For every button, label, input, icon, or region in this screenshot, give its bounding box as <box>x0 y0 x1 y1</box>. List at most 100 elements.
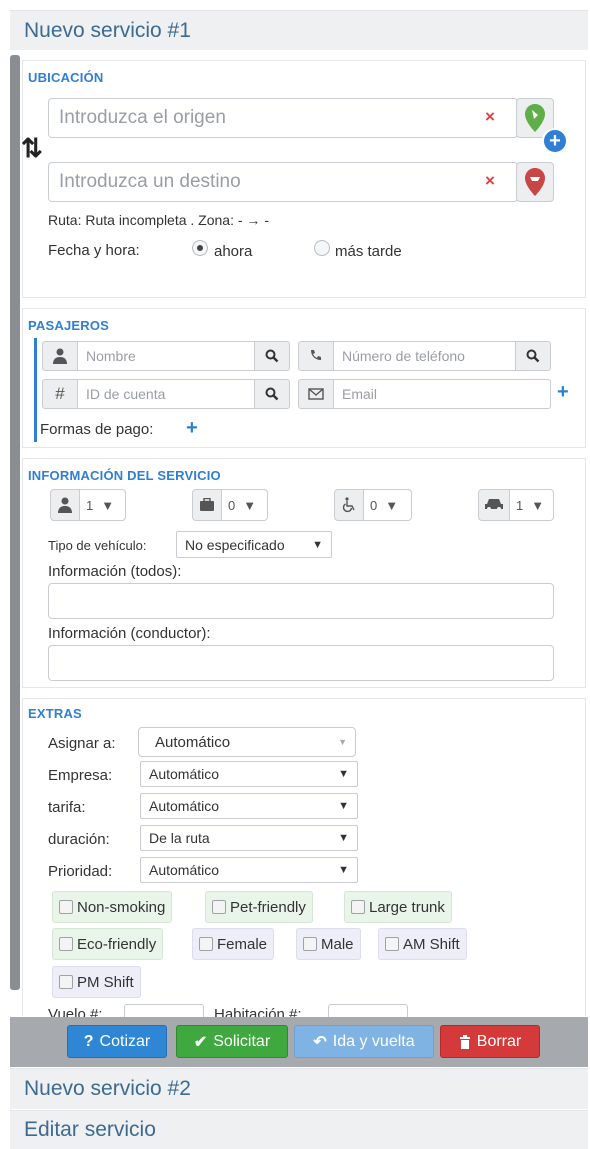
passenger-count-select[interactable]: 1 ▼ <box>80 489 126 521</box>
luggage-icon <box>192 489 222 521</box>
chip-pet-friendly[interactable]: Pet-friendly <box>205 891 313 923</box>
account-search-button[interactable] <box>254 379 290 409</box>
wheelchair-count-select[interactable]: 0 ▼ <box>364 489 412 521</box>
flight-input[interactable] <box>124 1004 204 1017</box>
vehicle-type-label: Tipo de vehículo: <box>48 538 147 553</box>
passengers-section-title: PASAJEROS <box>28 318 110 333</box>
chip-am-shift[interactable]: AM Shift <box>378 928 467 960</box>
clear-origin-icon[interactable]: × <box>485 107 495 127</box>
roundtrip-button[interactable]: ↶ Ida y vuelta <box>294 1025 434 1058</box>
info-all-textarea[interactable] <box>48 583 554 619</box>
question-icon: ? <box>83 1032 94 1050</box>
origin-pin-icon <box>525 104 545 132</box>
phone-icon <box>298 341 334 371</box>
clear-destination-icon[interactable]: × <box>485 171 495 191</box>
scrollbar[interactable] <box>10 55 20 990</box>
accordion-title: Editar servicio <box>24 1118 156 1141</box>
chevron-down-icon: ▼ <box>338 737 347 747</box>
accordion-header-edit-service[interactable]: Editar servicio <box>10 1110 588 1149</box>
accordion-title: Nuevo servicio #2 <box>24 1077 191 1100</box>
email-placeholder: Email <box>342 386 378 402</box>
origin-input[interactable]: Introduzca el origen <box>48 98 518 138</box>
destination-input[interactable]: Introduzca un destino <box>48 162 518 202</box>
checkbox[interactable] <box>212 900 226 914</box>
location-section-title: UBICACIÓN <box>28 70 104 85</box>
chevron-down-icon: ▼ <box>338 768 349 780</box>
destination-pin-icon <box>525 168 545 196</box>
service-info-section-title: INFORMACIÓN DEL SERVICIO <box>28 468 221 483</box>
check-icon: ✔ <box>193 1033 208 1051</box>
name-search-button[interactable] <box>254 341 290 371</box>
company-label: Empresa: <box>48 767 113 784</box>
phone-input[interactable]: Número de teléfono <box>333 341 516 371</box>
swap-icon[interactable]: ⇅ <box>21 133 43 164</box>
phone-placeholder: Número de teléfono <box>342 348 465 364</box>
phone-search-button[interactable] <box>515 341 551 371</box>
destination-pin-button[interactable] <box>516 162 554 202</box>
add-payment-icon[interactable]: + <box>186 417 198 440</box>
checkbox[interactable] <box>59 900 73 914</box>
chip-non-smoking[interactable]: Non-smoking <box>52 891 173 923</box>
vehicle-count-select[interactable]: 1 ▼ <box>510 489 554 521</box>
duration-label: duración: <box>48 831 110 848</box>
chip-eco-friendly[interactable]: Eco-friendly <box>52 928 164 960</box>
origin-placeholder: Introduzca el origen <box>59 107 226 128</box>
add-stop-button[interactable]: + <box>542 128 568 154</box>
checkbox[interactable] <box>303 937 317 951</box>
add-passenger-icon[interactable]: + <box>557 381 569 404</box>
info-driver-label: Información (conductor): <box>48 625 211 642</box>
account-id-input[interactable]: ID de cuenta <box>77 379 255 409</box>
room-input[interactable] <box>328 1004 408 1017</box>
tariff-label: tarifa: <box>48 799 86 816</box>
accordion-header-service-1[interactable]: Nuevo servicio #1 <box>10 10 588 50</box>
company-select[interactable]: Automático ▼ <box>140 761 358 787</box>
chip-male[interactable]: Male <box>296 928 361 960</box>
checkbox[interactable] <box>59 937 73 951</box>
wheelchair-icon <box>334 489 364 521</box>
passenger-block-marker <box>34 338 37 442</box>
delete-button[interactable]: Borrar <box>440 1025 540 1058</box>
accordion-header-service-2[interactable]: Nuevo servicio #2 <box>10 1068 588 1109</box>
chip-female[interactable]: Female <box>192 928 275 960</box>
account-id-placeholder: ID de cuenta <box>86 386 166 402</box>
quote-button[interactable]: ? Cotizar <box>67 1025 167 1058</box>
chevron-down-icon: ▼ <box>338 832 349 844</box>
request-button[interactable]: ✔ Solicitar <box>176 1025 288 1058</box>
search-icon <box>265 349 279 363</box>
assign-label: Asignar a: <box>48 735 116 752</box>
tariff-select[interactable]: Automático ▼ <box>140 793 358 819</box>
chip-large-trunk[interactable]: Large trunk <box>344 891 452 923</box>
route-info: Ruta: Ruta incompleta . Zona: - → - <box>48 212 269 228</box>
datetime-label: Fecha y hora: <box>48 242 140 259</box>
priority-select[interactable]: Automático ▼ <box>140 857 358 883</box>
radio-now[interactable] <box>192 240 208 256</box>
radio-now-label[interactable]: ahora <box>214 243 252 260</box>
reply-icon: ↶ <box>313 1033 327 1051</box>
checkbox[interactable] <box>351 900 365 914</box>
name-input[interactable]: Nombre <box>77 341 255 371</box>
assign-select[interactable]: Automático ▼ <box>138 727 356 757</box>
chevron-down-icon: ▼ <box>338 800 349 812</box>
checkbox[interactable] <box>385 937 399 951</box>
search-icon <box>265 387 279 401</box>
checkbox[interactable] <box>59 975 73 989</box>
radio-later[interactable] <box>314 240 330 256</box>
radio-later-label[interactable]: más tarde <box>335 243 402 260</box>
duration-select[interactable]: De la ruta ▼ <box>140 825 358 851</box>
chip-pm-shift[interactable]: PM Shift <box>52 966 141 998</box>
action-bar: ? Cotizar ✔ Solicitar ↶ Ida y vuelta Bor… <box>10 1017 588 1067</box>
accordion-title: Nuevo servicio #1 <box>24 18 191 42</box>
trash-icon <box>459 1034 470 1049</box>
destination-placeholder: Introduzca un destino <box>59 171 241 192</box>
vehicle-type-select[interactable]: No especificado ▼ <box>176 531 332 558</box>
payment-label: Formas de pago: <box>40 421 154 438</box>
envelope-icon <box>298 379 334 409</box>
info-driver-textarea[interactable] <box>48 645 554 681</box>
email-input[interactable]: Email <box>333 379 551 409</box>
chevron-down-icon: ▼ <box>312 538 323 551</box>
checkbox[interactable] <box>199 937 213 951</box>
luggage-count-select[interactable]: 0 ▼ <box>222 489 268 521</box>
hash-icon: # <box>42 379 78 409</box>
flight-label: Vuelo #: <box>48 1006 103 1017</box>
info-all-label: Información (todos): <box>48 563 182 580</box>
